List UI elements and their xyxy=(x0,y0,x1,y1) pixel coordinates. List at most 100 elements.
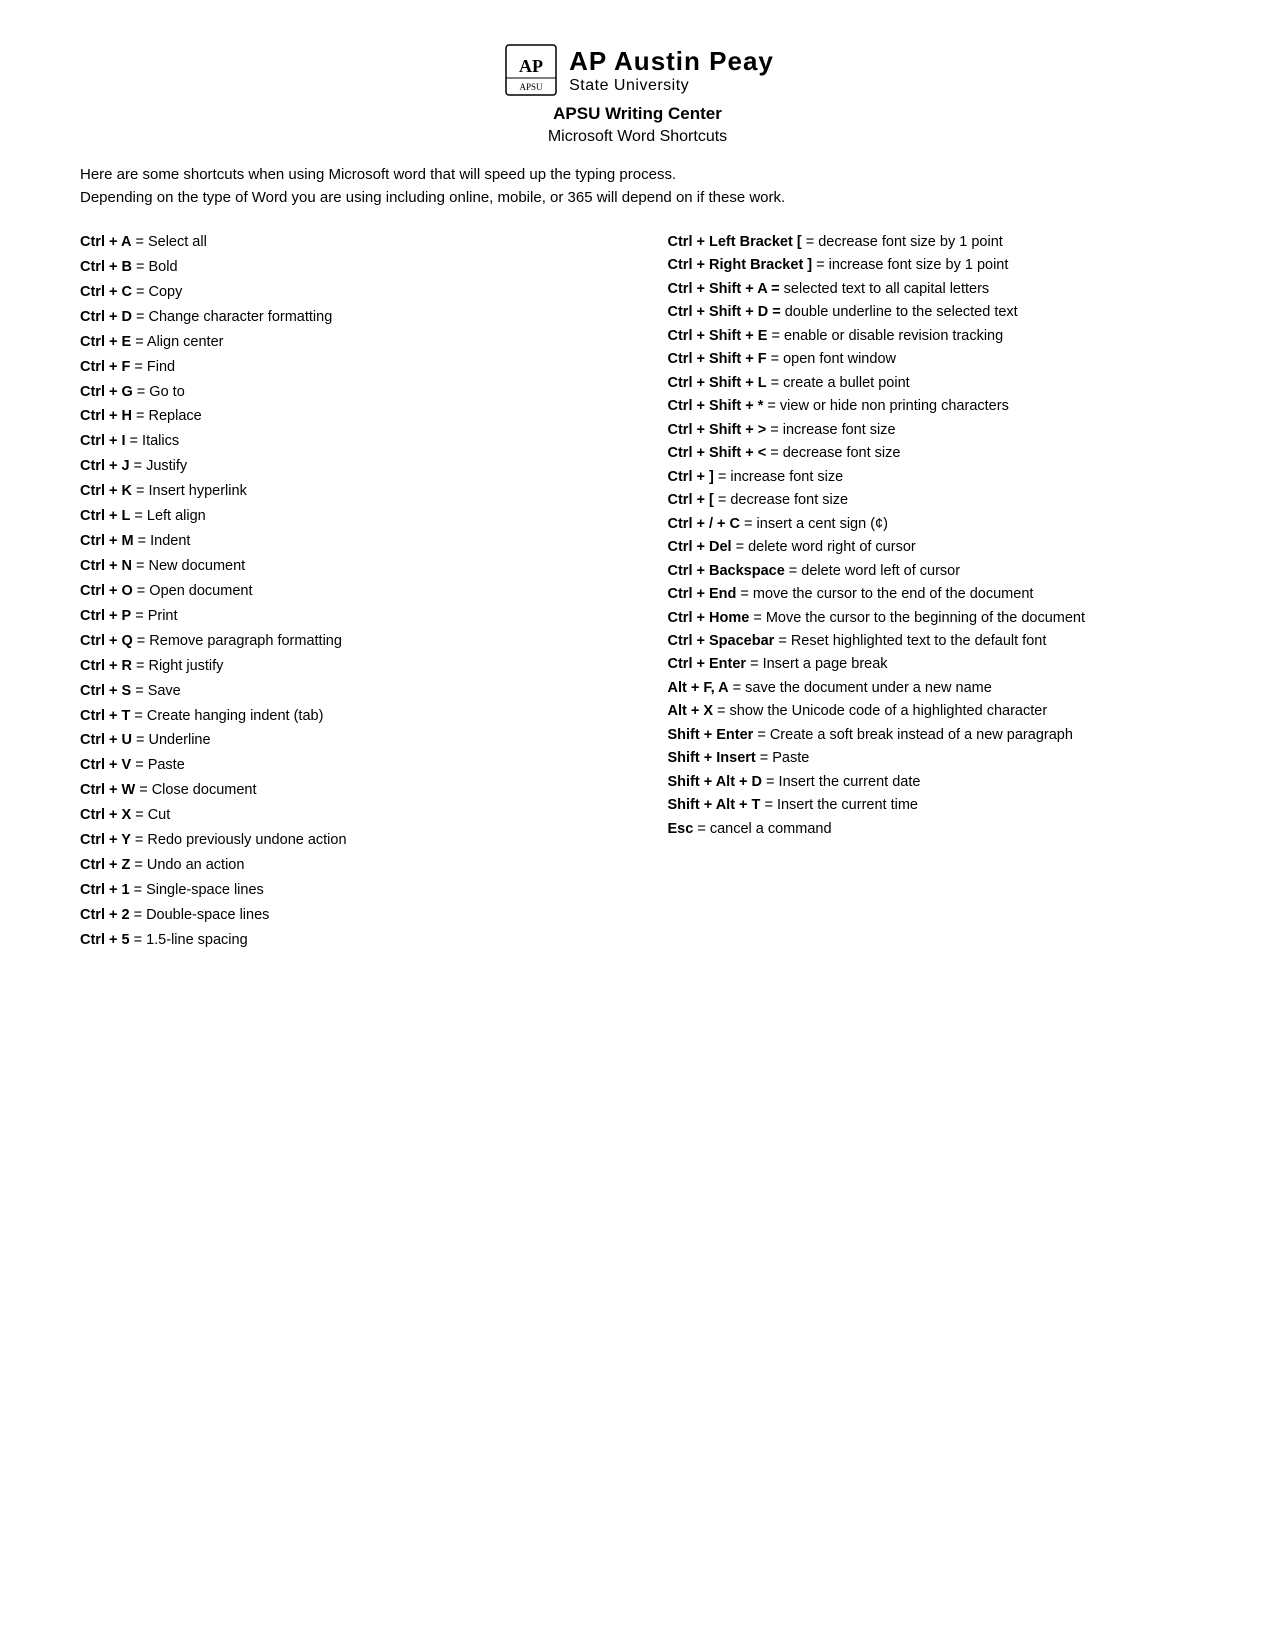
svg-text:AP: AP xyxy=(519,56,543,76)
shortcut-item: Ctrl + I = Italics xyxy=(80,430,598,454)
shortcut-key: Ctrl + T xyxy=(80,708,130,724)
shortcut-item: Ctrl + Shift + L = create a bullet point xyxy=(668,372,1196,394)
shortcut-desc: = enable or disable revision tracking xyxy=(767,328,1003,344)
shortcut-key: Ctrl + Left Bracket [ xyxy=(668,234,802,250)
shortcut-key: Ctrl + Shift + F xyxy=(668,351,767,367)
logo-text: AP Austin Peay State University xyxy=(569,46,774,95)
shortcut-desc: = New document xyxy=(132,558,245,574)
shortcut-key: Ctrl + I xyxy=(80,433,126,449)
shortcut-desc: = Save xyxy=(131,683,181,699)
shortcut-item: Ctrl + Q = Remove paragraph formatting xyxy=(80,630,598,654)
logo-apsu-text: AP Austin Peay xyxy=(569,46,774,77)
shortcut-key: Ctrl + Shift + E xyxy=(668,328,768,344)
shortcut-desc: = Print xyxy=(131,608,177,624)
shortcut-item: Ctrl + Home = Move the cursor to the beg… xyxy=(668,607,1196,629)
shortcut-item: Ctrl + O = Open document xyxy=(80,580,598,604)
shortcut-item: Ctrl + H = Replace xyxy=(80,405,598,429)
shortcut-key: Ctrl + Shift + L xyxy=(668,375,767,391)
shortcut-item: Ctrl + J = Justify xyxy=(80,455,598,479)
shortcut-key: Ctrl + Spacebar xyxy=(668,633,775,649)
shortcut-key: Ctrl + End xyxy=(668,586,737,602)
shortcut-desc: = Undo an action xyxy=(130,857,244,873)
shortcut-item: Shift + Alt + D = Insert the current dat… xyxy=(668,771,1196,793)
shortcut-desc: = Remove paragraph formatting xyxy=(133,633,342,649)
shortcut-key: Shift + Insert xyxy=(668,750,756,766)
shortcut-key: Ctrl + [ xyxy=(668,492,714,508)
shortcut-desc: double underline to the selected text xyxy=(785,304,1018,320)
shortcut-desc: = Redo previously undone action xyxy=(131,832,347,848)
shortcut-item: Ctrl + P = Print xyxy=(80,605,598,629)
shortcut-key: Ctrl + Q xyxy=(80,633,133,649)
intro-line1: Here are some shortcuts when using Micro… xyxy=(80,166,676,183)
shortcut-key: Ctrl + Right Bracket ] xyxy=(668,257,813,273)
left-column: Ctrl + A = Select allCtrl + B = BoldCtrl… xyxy=(80,231,618,954)
shortcut-desc: = Select all xyxy=(131,234,206,250)
shortcut-item: Ctrl + B = Bold xyxy=(80,256,598,280)
shortcut-item: Ctrl + [ = decrease font size xyxy=(668,489,1196,511)
shortcut-key: Ctrl + E xyxy=(80,334,131,350)
sub-title: Microsoft Word Shortcuts xyxy=(80,128,1195,146)
shortcut-item: Ctrl + Shift + < = decrease font size xyxy=(668,442,1196,464)
shortcut-desc: = Left align xyxy=(130,508,205,524)
shortcut-item: Ctrl + S = Save xyxy=(80,680,598,704)
shortcut-key: Ctrl + O xyxy=(80,583,133,599)
shortcut-key: Ctrl + D xyxy=(80,309,132,325)
shortcut-key: Ctrl + A xyxy=(80,234,131,250)
shortcut-item: Ctrl + G = Go to xyxy=(80,381,598,405)
shortcut-item: Ctrl + Enter = Insert a page break xyxy=(668,653,1196,675)
shortcut-key: Shift + Alt + T xyxy=(668,797,761,813)
shortcut-key: Ctrl + Del xyxy=(668,539,732,555)
shortcut-item: Ctrl + Shift + E = enable or disable rev… xyxy=(668,325,1196,347)
shortcut-desc: = Cut xyxy=(131,807,170,823)
shortcut-key: Ctrl + B xyxy=(80,259,132,275)
shortcut-key: Ctrl + Z xyxy=(80,857,130,873)
shortcut-key: Ctrl + V xyxy=(80,757,131,773)
shortcut-desc: = Insert the current date xyxy=(762,774,920,790)
shortcut-item: Ctrl + U = Underline xyxy=(80,729,598,753)
shortcut-key: Ctrl + S xyxy=(80,683,131,699)
shortcut-key: Ctrl + C xyxy=(80,284,132,300)
center-title: APSU Writing Center xyxy=(80,104,1195,124)
logo-state-text: State University xyxy=(569,77,689,95)
shortcut-item: Ctrl + N = New document xyxy=(80,555,598,579)
shortcut-key: Ctrl + Home xyxy=(668,610,750,626)
shortcut-desc: = Align center xyxy=(131,334,223,350)
shortcut-key: Ctrl + J xyxy=(80,458,130,474)
shortcut-key: Ctrl + M xyxy=(80,533,134,549)
shortcut-desc: = delete word right of cursor xyxy=(732,539,916,555)
shortcut-item: Ctrl + Shift + F = open font window xyxy=(668,348,1196,370)
intro-text: Here are some shortcuts when using Micro… xyxy=(80,164,1195,209)
shortcut-item: Ctrl + End = move the cursor to the end … xyxy=(668,583,1196,605)
shortcut-item: Ctrl + Shift + D = double underline to t… xyxy=(668,301,1196,323)
shortcut-desc: = Reset highlighted text to the default … xyxy=(774,633,1046,649)
shortcut-item: Ctrl + C = Copy xyxy=(80,281,598,305)
shortcut-item: Shift + Alt + T = Insert the current tim… xyxy=(668,794,1196,816)
shortcut-key: Alt + F, A xyxy=(668,680,729,696)
shortcut-desc: = create a bullet point xyxy=(767,375,910,391)
right-column: Ctrl + Left Bracket [ = decrease font si… xyxy=(658,231,1196,954)
shortcut-key: Ctrl + ] xyxy=(668,469,714,485)
shortcut-desc: = Create hanging indent (tab) xyxy=(130,708,323,724)
shortcut-item: Ctrl + A = Select all xyxy=(80,231,598,255)
shortcut-desc: = Justify xyxy=(130,458,188,474)
shortcut-item: Ctrl + Right Bracket ] = increase font s… xyxy=(668,254,1196,276)
shortcut-desc: = show the Unicode code of a highlighted… xyxy=(713,703,1047,719)
shortcut-item: Ctrl + M = Indent xyxy=(80,530,598,554)
shortcut-desc: = Find xyxy=(130,359,175,375)
shortcut-desc: = Indent xyxy=(134,533,191,549)
shortcut-key: Ctrl + Shift + < xyxy=(668,445,767,461)
shortcut-desc: = view or hide non printing characters xyxy=(763,398,1008,414)
shortcut-key: Ctrl + U xyxy=(80,732,132,748)
shortcut-key: Ctrl + H xyxy=(80,408,132,424)
shortcut-key: Ctrl + 2 xyxy=(80,907,130,923)
shortcut-key: Ctrl + 5 xyxy=(80,932,130,948)
shortcut-desc: = Insert a page break xyxy=(746,656,887,672)
shortcut-item: Ctrl + Shift + > = increase font size xyxy=(668,419,1196,441)
shortcut-desc: = Single-space lines xyxy=(130,882,264,898)
shortcut-key: Ctrl + W xyxy=(80,782,135,798)
shortcut-item: Ctrl + Z = Undo an action xyxy=(80,854,598,878)
shortcut-desc: = decrease font size by 1 point xyxy=(802,234,1003,250)
shortcut-desc: = Close document xyxy=(135,782,256,798)
shortcut-key: Ctrl + L xyxy=(80,508,130,524)
apsu-logo-icon: AP APSU xyxy=(501,40,561,100)
